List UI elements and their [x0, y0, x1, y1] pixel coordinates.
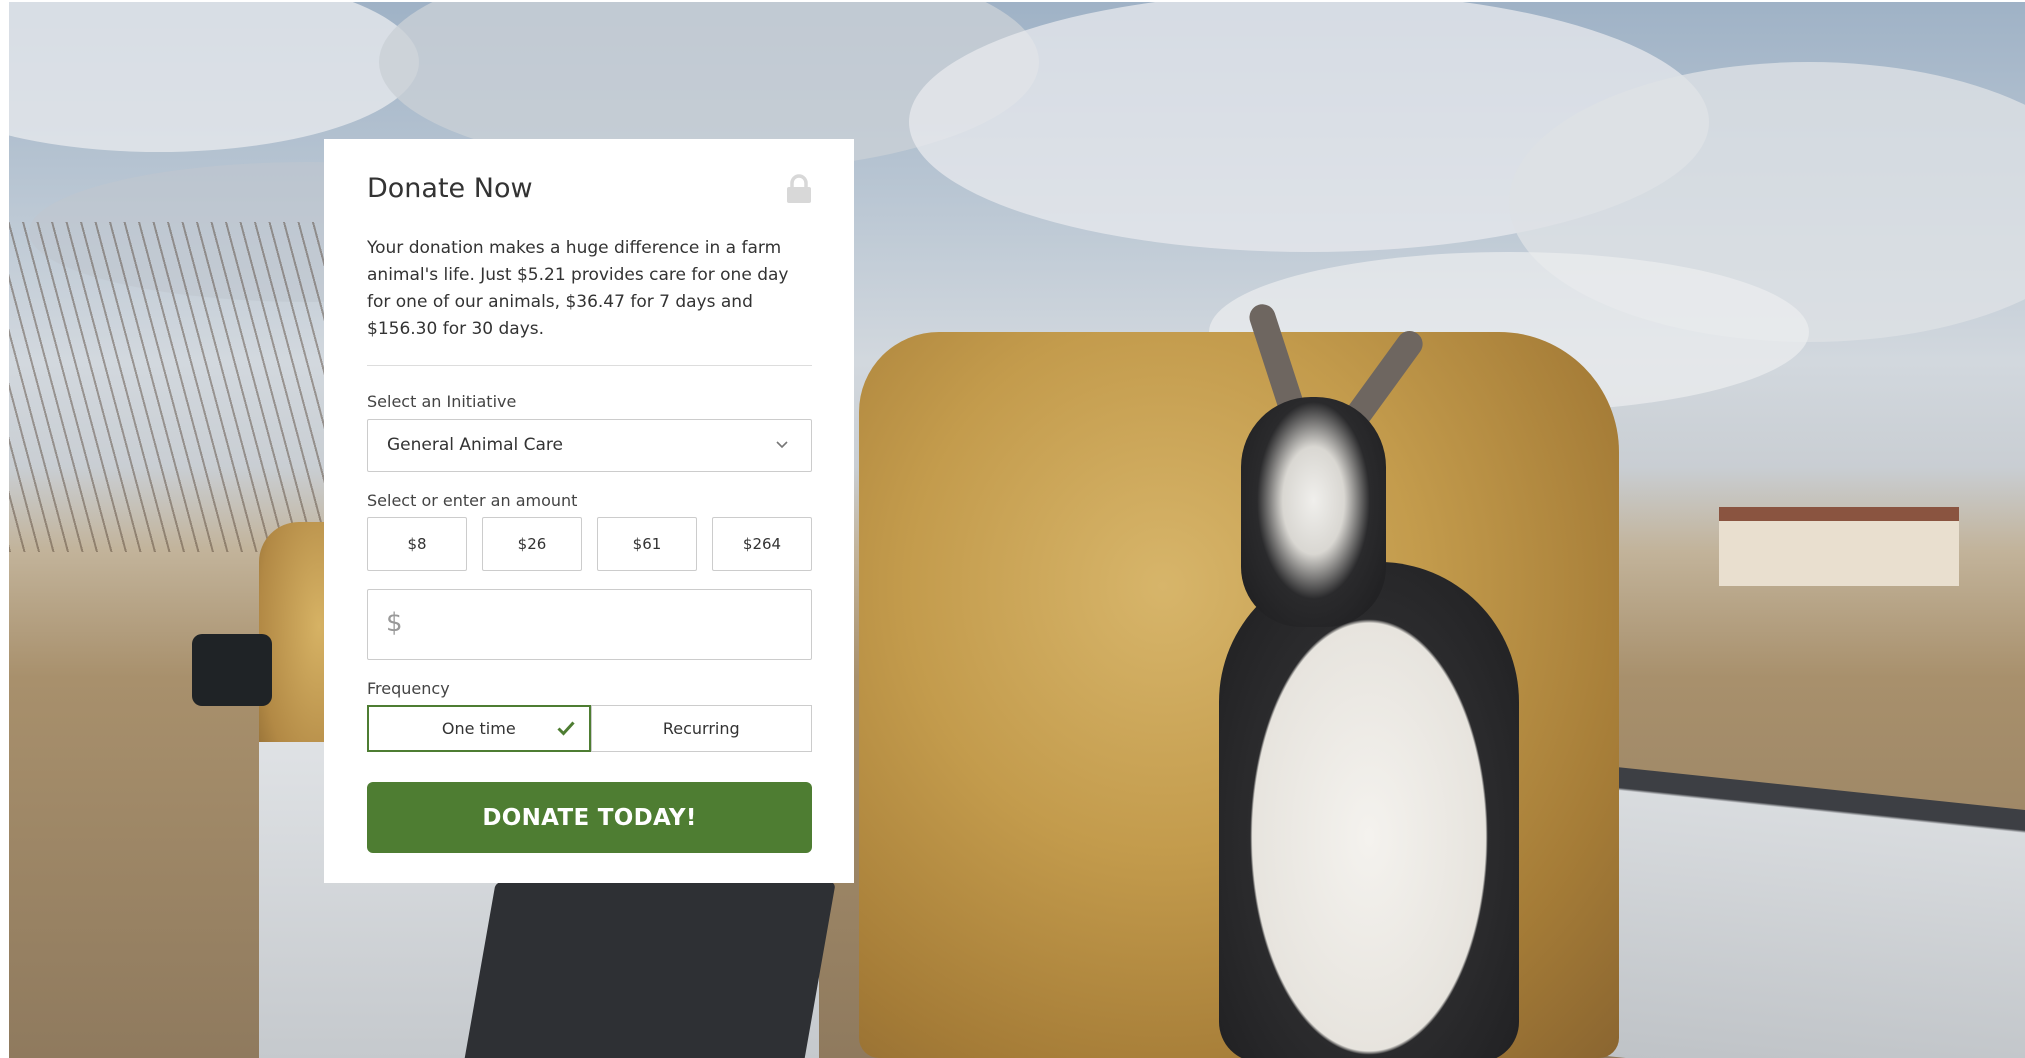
check-icon — [556, 721, 575, 736]
lock-icon — [787, 174, 811, 203]
background-photo-goat-on-truck — [9, 2, 2025, 1058]
initiative-select[interactable]: General Animal Care — [367, 419, 812, 472]
initiative-selected-value: General Animal Care — [387, 435, 563, 455]
amount-options: $8 $26 $61 $264 — [367, 517, 812, 571]
custom-amount-field[interactable]: $ — [367, 589, 812, 660]
frequency-recurring-button[interactable]: Recurring — [590, 705, 812, 752]
frequency-label: Frequency — [367, 679, 450, 698]
truck-tailgate — [462, 882, 836, 1058]
chevron-down-icon — [776, 441, 788, 449]
goat-body — [1219, 562, 1519, 1058]
currency-symbol: $ — [386, 608, 403, 638]
frequency-recurring-label: Recurring — [662, 719, 740, 738]
amount-option-61[interactable]: $61 — [597, 517, 697, 571]
amount-label: Select or enter an amount — [367, 491, 578, 510]
card-title: Donate Now — [367, 173, 533, 204]
frequency-toggle: One time Recurring — [367, 705, 812, 752]
frequency-one-time-button[interactable]: One time — [367, 705, 591, 752]
initiative-label: Select an Initiative — [367, 392, 517, 411]
frequency-one-time-label: One time — [441, 719, 516, 738]
divider — [367, 365, 812, 366]
goat-head — [1241, 397, 1386, 627]
farmhouse — [1719, 507, 1959, 586]
amount-option-8[interactable]: $8 — [367, 517, 467, 571]
custom-amount-input[interactable] — [418, 600, 802, 652]
amount-option-264[interactable]: $264 — [712, 517, 812, 571]
donation-description: Your donation makes a huge difference in… — [367, 238, 789, 339]
truck-mirror — [192, 634, 272, 706]
donation-card: Donate Now Your donation makes a huge di… — [324, 139, 854, 883]
donate-today-button[interactable]: DONATE TODAY! — [367, 782, 812, 853]
bare-trees — [9, 222, 339, 552]
amount-option-26[interactable]: $26 — [482, 517, 582, 571]
